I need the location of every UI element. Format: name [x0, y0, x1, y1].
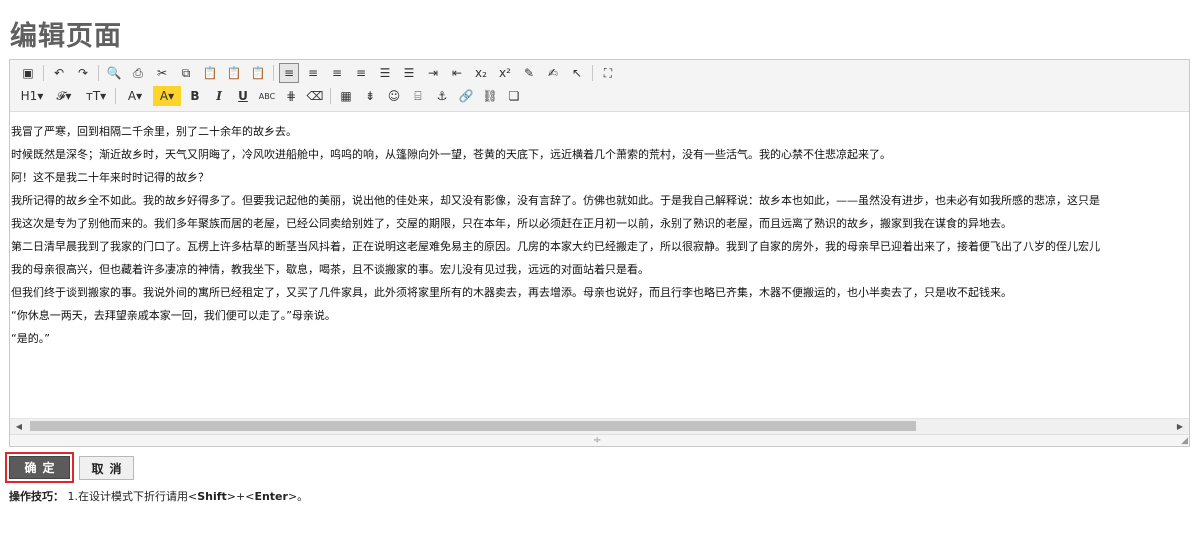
- horizontal-scrollbar[interactable]: ◀ ▶: [10, 418, 1189, 434]
- editor-resize-bar[interactable]: ÷ ◢: [10, 434, 1189, 446]
- font-size-dropdown[interactable]: тT▾: [82, 86, 110, 106]
- bold-icon[interactable]: B: [185, 86, 205, 106]
- copy-icon[interactable]: ⧉: [176, 63, 196, 83]
- editor-paragraph: 我冒了严寒，回到相隔二千余里，别了二十余年的故乡去。: [11, 125, 297, 138]
- paste-text-icon[interactable]: 📋: [224, 63, 244, 83]
- anchor-icon[interactable]: ⚓: [432, 86, 452, 106]
- preview-icon[interactable]: 🔍: [104, 63, 124, 83]
- page-break-icon[interactable]: ⌸: [408, 86, 428, 106]
- paste-word-icon[interactable]: 📋: [248, 63, 268, 83]
- editor-paragraph: 我所记得的故乡全不如此。我的故乡好得多了。但要我记起他的美丽，说出他的佳处来，却…: [11, 194, 1100, 207]
- emoticon-icon[interactable]: ☺: [384, 86, 404, 106]
- insert-image-icon[interactable]: ▣: [18, 63, 38, 83]
- format-painter-icon[interactable]: ✍: [543, 63, 563, 83]
- strikethrough-icon[interactable]: ABC: [257, 86, 277, 106]
- highlight-color-dropdown[interactable]: A▾: [153, 86, 181, 106]
- operation-tip: 操作技巧： 1.在设计模式下折行请用<Shift>+<Enter>。: [9, 488, 308, 504]
- print-icon[interactable]: ⎙: [128, 63, 148, 83]
- fullscreen-icon[interactable]: ⛶: [598, 63, 618, 83]
- scroll-right-arrow-icon[interactable]: ▶: [1174, 421, 1186, 433]
- tip-text-mid: >+<: [226, 490, 255, 503]
- unlink-icon[interactable]: ⛓: [480, 86, 500, 106]
- scrollbar-thumb[interactable]: [30, 421, 916, 431]
- editor-paragraph: 但我们终于谈到搬家的事。我说外间的寓所已经租定了，又买了几件家具，此外须将家里所…: [11, 286, 1012, 299]
- rich-text-editor: ▣ ↶ ↷ 🔍 ⎙ ✂ ⧉ 📋 📋 📋 ≡ ≡ ≡ ≡ ☰ ☰ ⇥ ⇤ x₂ x² ✎ ✍ ↖ ⛶ H1▾ 𝓕▾ тT▾ A▾ A▾ B…: [9, 59, 1190, 447]
- tip-text-before: 1.在设计模式下折行请用<: [67, 490, 198, 503]
- tip-shift-key: Shift: [197, 490, 227, 503]
- toolbar-separator: [592, 65, 593, 81]
- insert-row-icon[interactable]: ⇟: [360, 86, 380, 106]
- font-color-dropdown[interactable]: A▾: [121, 86, 149, 106]
- resize-grip-icon[interactable]: ÷: [593, 436, 601, 446]
- tip-enter-key: Enter: [254, 490, 288, 503]
- cancel-button[interactable]: 取消: [79, 456, 134, 480]
- editor-paragraph: 我的母亲很高兴，但也藏着许多凄凉的神情，教我坐下，歇息，喝茶，且不谈搬家的事。宏…: [11, 263, 649, 276]
- undo-icon[interactable]: ↶: [49, 63, 69, 83]
- editor-paragraph: “是的。”: [11, 332, 50, 345]
- toolbar-separator: [98, 65, 99, 81]
- paste-icon[interactable]: 📋: [200, 63, 220, 83]
- editor-paragraph: 我这次是专为了别他而来的。我们多年聚族而居的老屋，已经公同卖给别姓了，交屋的期限…: [11, 217, 1012, 230]
- editor-paragraph: “你休息一两天，去拜望亲戚本家一回，我们便可以走了。”母亲说。: [11, 309, 336, 322]
- link-icon[interactable]: 🔗: [456, 86, 476, 106]
- horizontal-rule-icon[interactable]: ⋕: [281, 86, 301, 106]
- toolbar-separator: [115, 88, 116, 104]
- editor-paragraph: 第二日清早晨我到了我家的门口了。瓦楞上许多枯草的断茎当风抖着，正在说明这老屋难免…: [11, 240, 1100, 253]
- align-center-icon[interactable]: ≡: [303, 63, 323, 83]
- align-left-icon[interactable]: ≡: [279, 63, 299, 83]
- editor-toolbar: ▣ ↶ ↷ 🔍 ⎙ ✂ ⧉ 📋 📋 📋 ≡ ≡ ≡ ≡ ☰ ☰ ⇥ ⇤ x₂ x² ✎ ✍ ↖ ⛶ H1▾ 𝓕▾ тT▾ A▾ A▾ B…: [10, 60, 1189, 112]
- ok-button-highlight: 确定: [5, 452, 74, 483]
- toolbar-separator: [273, 65, 274, 81]
- clear-format-icon[interactable]: ✎: [519, 63, 539, 83]
- toolbar-row-2: H1▾ 𝓕▾ тT▾ A▾ A▾ B I U ABC ⋕ ⌫ ▦ ⇟ ☺ ⌸ ⚓ 🔗 ⛓ ❏: [18, 86, 528, 106]
- cut-icon[interactable]: ✂: [152, 63, 172, 83]
- ordered-list-icon[interactable]: ☰: [375, 63, 395, 83]
- heading-dropdown[interactable]: H1▾: [18, 86, 46, 106]
- ok-button[interactable]: 确定: [9, 456, 70, 479]
- tip-label: 操作技巧：: [9, 490, 64, 503]
- outdent-icon[interactable]: ⇤: [447, 63, 467, 83]
- page-title: 编辑页面: [10, 21, 122, 52]
- editor-paragraph: 时候既然是深冬；渐近故乡时，天气又阴晦了，冷风吹进船舱中，呜呜的响，从篷隙向外一…: [11, 148, 891, 161]
- toolbar-separator: [330, 88, 331, 104]
- align-justify-icon[interactable]: ≡: [351, 63, 371, 83]
- subscript-icon[interactable]: x₂: [471, 63, 491, 83]
- table-icon[interactable]: ▦: [336, 86, 356, 106]
- toolbar-row-1: ▣ ↶ ↷ 🔍 ⎙ ✂ ⧉ 📋 📋 📋 ≡ ≡ ≡ ≡ ☰ ☰ ⇥ ⇤ x₂ x² ✎ ✍ ↖ ⛶: [18, 63, 622, 83]
- select-all-icon[interactable]: ↖: [567, 63, 587, 83]
- resize-corner-icon[interactable]: ◢: [1181, 436, 1188, 446]
- superscript-icon[interactable]: x²: [495, 63, 515, 83]
- underline-icon[interactable]: U: [233, 86, 253, 106]
- editor-content-area[interactable]: 我冒了严寒，回到相隔二千余里，别了二十余年的故乡去。时候既然是深冬；渐近故乡时，…: [10, 120, 1189, 420]
- unordered-list-icon[interactable]: ☰: [399, 63, 419, 83]
- toolbar-separator: [43, 65, 44, 81]
- italic-icon[interactable]: I: [209, 86, 229, 106]
- eraser-icon[interactable]: ⌫: [305, 86, 325, 106]
- align-right-icon[interactable]: ≡: [327, 63, 347, 83]
- source-code-icon[interactable]: ❏: [504, 86, 524, 106]
- indent-icon[interactable]: ⇥: [423, 63, 443, 83]
- tip-text-after: >。: [287, 490, 309, 503]
- font-family-dropdown[interactable]: 𝓕▾: [50, 86, 78, 106]
- editor-paragraph: 阿！这不是我二十年来时时记得的故乡？: [11, 171, 209, 184]
- redo-icon[interactable]: ↷: [73, 63, 93, 83]
- scroll-left-arrow-icon[interactable]: ◀: [13, 421, 25, 433]
